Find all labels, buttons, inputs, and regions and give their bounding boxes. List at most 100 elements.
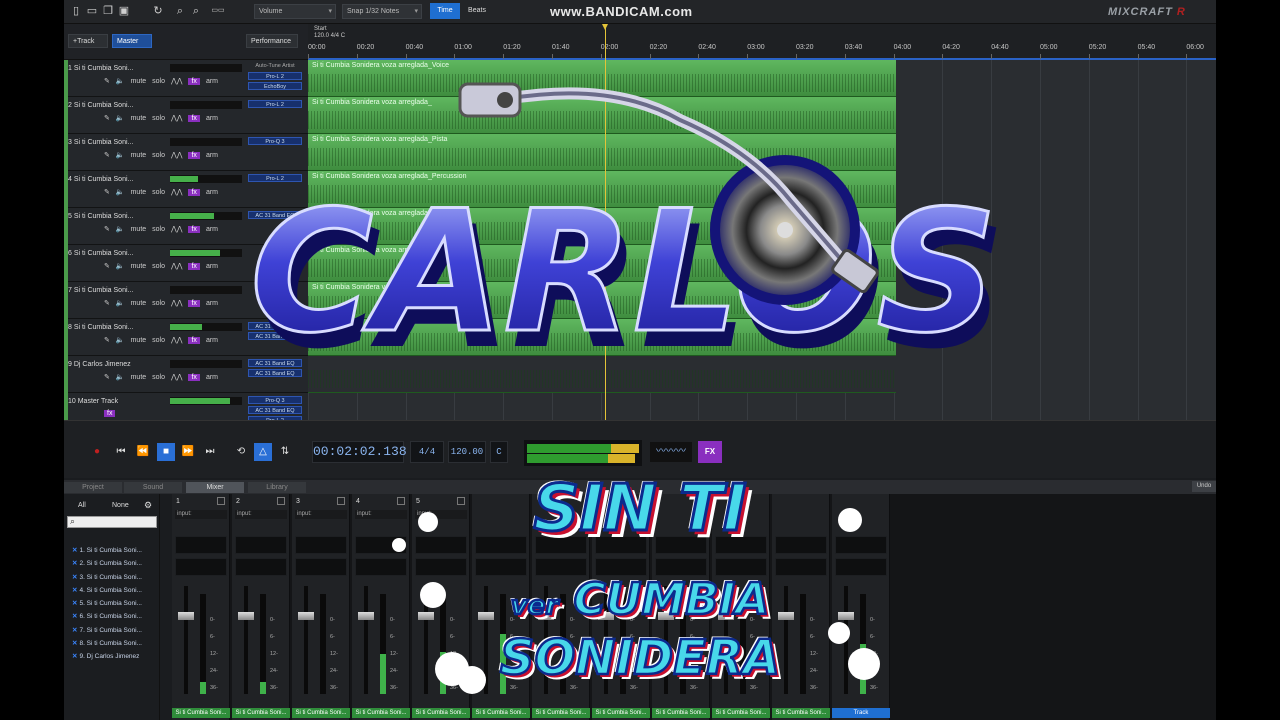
plugin-slot[interactable]: Pro-L 2	[248, 174, 302, 182]
audio-clip[interactable]: Si ti Cumbia Sonidera voza arreglada_Per…	[308, 171, 896, 208]
channel-name-label[interactable]: Si ti Cumbia Soni...	[772, 708, 830, 718]
record-button[interactable]: ●	[88, 443, 106, 461]
timeline-ruler[interactable]: Start 120.0 4/4 C 00:00 00:20 00:40 01:00 01…	[308, 24, 1216, 60]
undo-button[interactable]: Undo	[1192, 481, 1216, 492]
speaker-icon[interactable]: 🔈	[116, 374, 125, 381]
arm-button[interactable]: arm	[206, 115, 218, 122]
edit-icon[interactable]: ✎	[104, 152, 110, 159]
channel-input-select[interactable]: input:	[235, 510, 287, 519]
fx-button[interactable]: fx	[188, 300, 200, 307]
channel-input-select[interactable]: input:	[175, 510, 227, 519]
fx-button[interactable]: fx	[188, 226, 200, 233]
channel-name-label[interactable]: Si ti Cumbia Soni...	[172, 708, 230, 718]
channel-insert-slot[interactable]	[835, 536, 887, 554]
filter-all-button[interactable]: All	[72, 500, 92, 511]
automation-icon[interactable]: ⋀⋀	[171, 337, 182, 344]
plugin-slot[interactable]: Pro-L 2	[248, 100, 302, 108]
channel-send-slot[interactable]	[175, 558, 227, 576]
channel-select-checkbox[interactable]	[457, 497, 465, 505]
channel-send-slot[interactable]	[595, 558, 647, 576]
channel-send-slot[interactable]	[295, 558, 347, 576]
audio-clip[interactable]: Si ti Cumbia Sonidera voza arreglada_	[308, 208, 896, 245]
speaker-icon[interactable]: 🔈	[116, 226, 125, 233]
audio-clip[interactable]: Si ti Cumbia Sonidera voza arreglada_	[308, 245, 896, 282]
tab-sound[interactable]: Sound	[124, 482, 182, 493]
channel-fader-handle[interactable]	[718, 612, 734, 620]
edit-icon[interactable]: ✎	[104, 374, 110, 381]
channel-fader-handle[interactable]	[598, 612, 614, 620]
edit-icon[interactable]: ✎	[104, 300, 110, 307]
plugin-slot[interactable]: AC 31 Band EQ	[248, 406, 302, 414]
mute-button[interactable]: mute	[131, 78, 147, 85]
channel-name-label[interactable]: Si ti Cumbia Soni...	[412, 708, 470, 718]
track-header[interactable]: 1 Si ti Cumbia Soni... ✎ 🔈 mute solo ⋀⋀ fx arm A…	[64, 60, 308, 97]
edit-icon[interactable]: ✎	[104, 78, 110, 85]
arm-button[interactable]: arm	[206, 263, 218, 270]
speaker-icon[interactable]: 🔈	[116, 115, 125, 122]
channel-select-checkbox[interactable]	[217, 497, 225, 505]
time-signature-display[interactable]: 4/4	[410, 441, 444, 463]
track-name[interactable]: 10 Master Track	[68, 398, 118, 405]
track-name[interactable]: 4 Si ti Cumbia Soni...	[68, 176, 133, 183]
playhead[interactable]	[602, 24, 608, 420]
channel-insert-slot[interactable]	[595, 536, 647, 554]
arm-button[interactable]: arm	[206, 374, 218, 381]
fx-button[interactable]: fx	[188, 78, 200, 85]
mute-button[interactable]: mute	[131, 115, 147, 122]
channel-insert-slot[interactable]	[535, 536, 587, 554]
channel-insert-slot[interactable]	[355, 536, 407, 554]
arrangement-lanes[interactable]: Si ti Cumbia Sonidera voza arreglada_Voi…	[308, 60, 1216, 420]
plugin-slot[interactable]: Auto-Tune Artist	[248, 63, 302, 69]
edit-icon[interactable]: ✎	[104, 115, 110, 122]
channel-send-slot[interactable]	[655, 558, 707, 576]
mute-button[interactable]: mute	[131, 300, 147, 307]
solo-button[interactable]: solo	[152, 337, 165, 344]
plugin-slot[interactable]: AC 31 Band EQ	[248, 322, 302, 330]
tempo-display[interactable]: 120.00	[448, 441, 486, 463]
fx-button[interactable]: fx	[188, 337, 200, 344]
edit-icon[interactable]: ✎	[104, 226, 110, 233]
channel-send-slot[interactable]	[475, 558, 527, 576]
go-to-end-button[interactable]: ⏭	[201, 443, 219, 461]
channel-fader-handle[interactable]	[178, 612, 194, 620]
channel-fader-handle[interactable]	[538, 612, 554, 620]
track-name[interactable]: 5 Si ti Cumbia Soni...	[68, 213, 133, 220]
speaker-icon[interactable]: 🔈	[116, 300, 125, 307]
mixer-track-checkbox[interactable]: ✕ 5. Si ti Cumbia Soni...	[72, 597, 142, 610]
track-name[interactable]: 3 Si ti Cumbia Soni...	[68, 139, 133, 146]
key-display[interactable]: C	[490, 441, 508, 463]
audio-clip[interactable]: Si ti Cumbia Sonidera voza arreglada_Voi…	[308, 60, 896, 97]
channel-send-slot[interactable]	[535, 558, 587, 576]
edit-icon[interactable]: ✎	[104, 263, 110, 270]
speaker-icon[interactable]: 🔈	[116, 189, 125, 196]
metronome-button[interactable]: △	[254, 443, 272, 461]
loop-icon[interactable]: ↻	[152, 5, 164, 17]
track-header[interactable]: 3 Si ti Cumbia Soni... ✎ 🔈 mute solo ⋀⋀ fx arm P…	[64, 134, 308, 171]
channel-fader-handle[interactable]	[298, 612, 314, 620]
fx-button[interactable]: fx	[188, 263, 200, 270]
plugin-slot[interactable]: Pro-L 2	[248, 72, 302, 80]
add-track-button[interactable]: +Track	[68, 34, 108, 48]
channel-input-select[interactable]: input:	[355, 510, 407, 519]
plugin-slot[interactable]: AC 31 Band EQ	[248, 211, 302, 219]
arm-button[interactable]: arm	[206, 152, 218, 159]
automation-icon[interactable]: ⋀⋀	[171, 374, 182, 381]
rewind-button[interactable]: ⏪	[134, 443, 152, 461]
automation-icon[interactable]: ⋀⋀	[171, 115, 182, 122]
track-header[interactable]: 8 Si ti Cumbia Soni... ✎ 🔈 mute solo ⋀⋀ fx arm A…	[64, 319, 308, 356]
search-icon[interactable]: ⌕	[174, 5, 186, 17]
track-name[interactable]: 7 Si ti Cumbia Soni...	[68, 287, 133, 294]
time-display[interactable]: 00:02:02.138	[312, 441, 407, 463]
tab-mixer[interactable]: Mixer	[186, 482, 244, 493]
tab-project[interactable]: Project	[64, 482, 122, 493]
speaker-icon[interactable]: 🔈	[116, 152, 125, 159]
save-icon[interactable]: ▣	[118, 5, 130, 17]
channel-name-label[interactable]: Si ti Cumbia Soni...	[592, 708, 650, 718]
arm-button[interactable]: arm	[206, 300, 218, 307]
mute-button[interactable]: mute	[131, 226, 147, 233]
open-folder-icon[interactable]: ▭	[86, 5, 98, 17]
track-name[interactable]: 9 Dj Carlos Jimenez	[68, 361, 131, 368]
master-fx-button[interactable]: FX	[698, 441, 722, 463]
channel-fader-handle[interactable]	[478, 612, 494, 620]
channel-name-label[interactable]: Si ti Cumbia Soni...	[232, 708, 290, 718]
